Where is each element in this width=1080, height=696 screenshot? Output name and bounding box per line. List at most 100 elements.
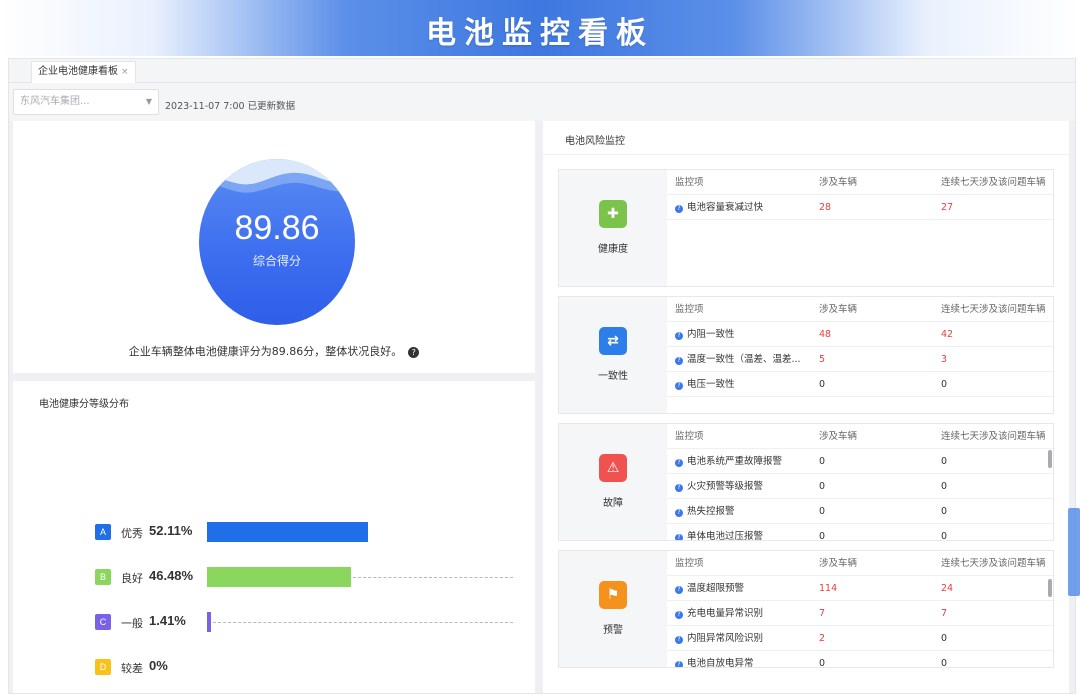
vehicles-count[interactable]: 0 bbox=[819, 474, 825, 499]
help-icon[interactable]: ? bbox=[408, 346, 420, 358]
table-row[interactable]: ? 内阻一致性 48 42 bbox=[667, 322, 1053, 347]
seven-days-count[interactable]: 0 bbox=[941, 449, 947, 474]
seven-days-count[interactable]: 0 bbox=[941, 372, 947, 397]
monitor-item: ? 温度超限预警 bbox=[675, 576, 805, 601]
info-icon[interactable]: ? bbox=[675, 205, 683, 213]
info-icon[interactable]: ? bbox=[675, 357, 683, 365]
table-row[interactable]: ? 电池容量衰减过快 28 27 bbox=[667, 195, 1053, 220]
table-row[interactable]: ? 温度一致性（温差、温差... 5 3 bbox=[667, 347, 1053, 372]
monitor-item-label: 火灾预警等级报警 bbox=[687, 481, 764, 492]
vehicles-count[interactable]: 0 bbox=[819, 524, 825, 540]
info-icon[interactable]: ? bbox=[675, 586, 683, 594]
grade-bar-remainder bbox=[352, 577, 513, 578]
grade-bar-fill bbox=[207, 612, 212, 632]
distribution-row: C 一般 1.41% bbox=[13, 611, 535, 633]
dashboard-app: 企业电池健康看板 × 东风汽车集团... ▼ 2023-11-07 7:00 已更… bbox=[8, 58, 1076, 694]
header-seven-days: 连续七天涉及该问题车辆 bbox=[941, 304, 1046, 315]
header-item: 监控项 bbox=[675, 558, 704, 569]
info-icon[interactable]: ? bbox=[675, 484, 683, 492]
monitor-item: ? 内阻异常风险识别 bbox=[675, 626, 805, 651]
distribution-row: A 优秀 52.11% bbox=[13, 521, 535, 543]
score-value: 89.86 bbox=[234, 209, 320, 247]
header-seven-days: 连续七天涉及该问题车辆 bbox=[941, 431, 1046, 442]
vehicles-count[interactable]: 0 bbox=[819, 372, 825, 397]
vehicles-count[interactable]: 28 bbox=[819, 195, 831, 220]
grade-bar-track bbox=[207, 522, 513, 542]
shield-icon: ✚ bbox=[599, 200, 627, 228]
score-label: 综合得分 bbox=[252, 254, 301, 268]
header-seven-days: 连续七天涉及该问题车辆 bbox=[941, 177, 1046, 188]
risk-category: ⇄ 一致性 bbox=[559, 297, 667, 413]
distribution-panel: 电池健康分等级分布 A 优秀 52.11% B 良好 46.48% C 一般 1.41% D 较差 0… bbox=[13, 381, 535, 693]
info-icon[interactable]: ? bbox=[675, 459, 683, 467]
side-feedback-tab[interactable] bbox=[1068, 508, 1080, 596]
distribution-row: B 良好 46.48% bbox=[13, 566, 535, 588]
monitor-item: ? 充电电量异常识别 bbox=[675, 601, 805, 626]
monitor-item-label: 温度超限预警 bbox=[687, 583, 745, 594]
seven-days-count[interactable]: 42 bbox=[941, 322, 953, 347]
risk-category-label: 预警 bbox=[603, 625, 623, 636]
info-icon[interactable]: ? bbox=[675, 661, 683, 667]
risk-title: 电池风险监控 bbox=[565, 136, 625, 147]
seven-days-count[interactable]: 24 bbox=[941, 576, 953, 601]
score-gauge: 89.86 综合得分 bbox=[199, 159, 355, 325]
info-icon[interactable]: ? bbox=[675, 534, 683, 540]
info-icon[interactable]: ? bbox=[675, 382, 683, 390]
info-icon[interactable]: ? bbox=[675, 611, 683, 619]
close-icon[interactable]: × bbox=[121, 67, 129, 77]
seven-days-count[interactable]: 0 bbox=[941, 524, 947, 540]
vehicles-count[interactable]: 0 bbox=[819, 499, 825, 524]
monitor-item: ? 单体电池过压报警 bbox=[675, 524, 805, 540]
seven-days-count[interactable]: 0 bbox=[941, 651, 947, 667]
monitor-item-label: 电压一致性 bbox=[687, 379, 735, 390]
vehicles-count[interactable]: 114 bbox=[819, 576, 837, 601]
update-timestamp: 2023-11-07 7:00 已更新数据 bbox=[165, 101, 296, 112]
grade-percent: 0% bbox=[149, 658, 168, 673]
table-row[interactable]: ? 单体电池过压报警 0 0 bbox=[667, 524, 1053, 540]
table-row[interactable]: ? 电池系统严重故障报警 0 0 bbox=[667, 449, 1053, 474]
grade-bar-fill bbox=[207, 522, 368, 542]
grade-bar-track bbox=[207, 567, 513, 587]
vehicles-count[interactable]: 0 bbox=[819, 651, 825, 667]
risk-table: 监控项 涉及车辆 连续七天涉及该问题车辆? 温度超限预警 114 24? 充电电量异常识别 7… bbox=[667, 551, 1053, 667]
table-row[interactable]: ? 火灾预警等级报警 0 0 bbox=[667, 474, 1053, 499]
seven-days-count[interactable]: 27 bbox=[941, 195, 953, 220]
distribution-row: D 较差 0% bbox=[13, 656, 535, 678]
risk-table-header: 监控项 涉及车辆 连续七天涉及该问题车辆 bbox=[667, 551, 1053, 576]
table-row[interactable]: ? 热失控报警 0 0 bbox=[667, 499, 1053, 524]
info-icon[interactable]: ? bbox=[675, 332, 683, 340]
grade-percent: 52.11% bbox=[149, 523, 193, 538]
table-row[interactable]: ? 内阻异常风险识别 2 0 bbox=[667, 626, 1053, 651]
scrollbar[interactable] bbox=[1048, 579, 1052, 597]
seven-days-count[interactable]: 0 bbox=[941, 499, 947, 524]
risk-table-header: 监控项 涉及车辆 连续七天涉及该问题车辆 bbox=[667, 170, 1053, 195]
risk-table: 监控项 涉及车辆 连续七天涉及该问题车辆? 内阻一致性 48 42? 温度一致性（温差、温差… bbox=[667, 297, 1053, 413]
grade-percent: 1.41% bbox=[149, 613, 186, 628]
alert-icon: ⚑ bbox=[599, 581, 627, 609]
page-title: 电池监控看板 bbox=[426, 16, 654, 51]
vehicles-count[interactable]: 7 bbox=[819, 601, 825, 626]
vehicles-count[interactable]: 5 bbox=[819, 347, 825, 372]
info-icon[interactable]: ? bbox=[675, 636, 683, 644]
seven-days-count[interactable]: 7 bbox=[941, 601, 947, 626]
info-icon[interactable]: ? bbox=[675, 509, 683, 517]
seven-days-count[interactable]: 0 bbox=[941, 474, 947, 499]
vehicles-count[interactable]: 2 bbox=[819, 626, 825, 651]
table-row[interactable]: ? 电压一致性 0 0 bbox=[667, 372, 1053, 397]
score-description-text: 企业车辆整体电池健康评分为89.86分，整体状况良好。 bbox=[128, 345, 403, 358]
company-select[interactable]: 东风汽车集团... ▼ bbox=[13, 89, 159, 115]
tab-battery-dashboard[interactable]: 企业电池健康看板 × bbox=[31, 61, 136, 83]
vehicles-count[interactable]: 48 bbox=[819, 322, 831, 347]
seven-days-count[interactable]: 0 bbox=[941, 626, 947, 651]
table-row[interactable]: ? 电池自放电异常 0 0 bbox=[667, 651, 1053, 667]
tab-label: 企业电池健康看板 bbox=[38, 66, 118, 77]
risk-category-label: 故障 bbox=[603, 498, 623, 509]
scrollbar[interactable] bbox=[1048, 450, 1052, 468]
table-row[interactable]: ? 温度超限预警 114 24 bbox=[667, 576, 1053, 601]
seven-days-count[interactable]: 3 bbox=[941, 347, 947, 372]
header-item: 监控项 bbox=[675, 304, 704, 315]
table-row[interactable]: ? 充电电量异常识别 7 7 bbox=[667, 601, 1053, 626]
vehicles-count[interactable]: 0 bbox=[819, 449, 825, 474]
monitor-item-label: 热失控报警 bbox=[687, 506, 735, 517]
monitor-item-label: 充电电量异常识别 bbox=[687, 608, 764, 619]
